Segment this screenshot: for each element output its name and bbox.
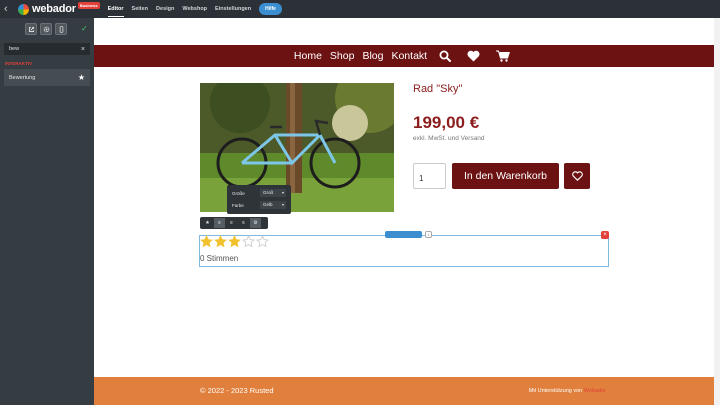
made-with-brand-link[interactable]: Webador bbox=[584, 388, 606, 394]
made-with-label: Mit Unterstützung von bbox=[528, 388, 583, 394]
align-right-icon[interactable]: ≡ bbox=[238, 218, 249, 228]
variant-size-row: Größe Groß bbox=[232, 189, 286, 197]
main-nav: Editor Seiten Design Webshop Einstellung… bbox=[107, 2, 259, 17]
site-footer: © 2022 - 2023 Rusted Mit Unterstützung v… bbox=[94, 377, 714, 405]
search-icon[interactable] bbox=[439, 50, 452, 62]
tab-design[interactable]: Design bbox=[156, 2, 174, 17]
brand-name: webador bbox=[32, 3, 76, 15]
category-heading: INTERAKTIV bbox=[5, 61, 32, 66]
quantity-input[interactable]: 1 bbox=[413, 163, 446, 189]
clear-search-icon[interactable]: × bbox=[81, 46, 85, 53]
tab-webshop[interactable]: Webshop bbox=[182, 2, 207, 17]
site-navigation: Home Shop Blog Kontakt bbox=[94, 45, 714, 67]
tab-editor[interactable]: Editor bbox=[107, 2, 124, 17]
cart-icon[interactable] bbox=[496, 50, 511, 62]
add-to-cart-button[interactable]: In den Warenkorb bbox=[452, 163, 559, 189]
product-price: 199,00 € bbox=[413, 113, 480, 132]
nav-link-shop[interactable]: Shop bbox=[330, 50, 355, 62]
top-bar: ‹ webador Business Editor Seiten Design … bbox=[0, 0, 720, 18]
checkmark-icon[interactable]: ✓ bbox=[81, 24, 88, 33]
size-select[interactable]: Groß bbox=[260, 189, 286, 197]
tab-seiten[interactable]: Seiten bbox=[132, 2, 149, 17]
star-filled-icon[interactable] bbox=[214, 235, 227, 248]
votes-count: 0 Stimmen bbox=[200, 254, 239, 263]
logo: webador Business bbox=[18, 1, 100, 15]
info-handle[interactable]: i bbox=[425, 231, 432, 238]
logo-mark bbox=[18, 3, 29, 15]
star-empty-icon[interactable] bbox=[242, 235, 255, 248]
star-filled-icon[interactable] bbox=[228, 235, 241, 248]
star-empty-icon[interactable] bbox=[256, 235, 269, 248]
variant-options-popup: Größe Groß Farbe Gelb bbox=[227, 185, 291, 214]
gear-icon[interactable] bbox=[40, 23, 52, 35]
mobile-icon[interactable] bbox=[55, 23, 67, 35]
tab-einstellungen[interactable]: Einstellungen bbox=[215, 2, 251, 17]
chevron-left-icon[interactable]: ‹ bbox=[4, 0, 16, 18]
search-value: bew bbox=[9, 46, 20, 52]
color-label: Farbe bbox=[232, 202, 244, 208]
star-rating[interactable] bbox=[200, 235, 270, 248]
star-filled-icon[interactable] bbox=[200, 235, 213, 248]
delete-block-button[interactable]: × bbox=[601, 231, 609, 239]
heart-outline-icon bbox=[571, 171, 583, 181]
vat-note: exkl. MwSt. und Versand bbox=[413, 135, 485, 142]
editor-window: ‹ webador Business Editor Seiten Design … bbox=[0, 0, 720, 405]
color-select[interactable]: Gelb bbox=[260, 201, 286, 209]
copyright-text: © 2022 - 2023 Rusted bbox=[200, 386, 274, 395]
plan-badge: Business bbox=[77, 1, 100, 9]
element-item-label: Bewertung bbox=[9, 74, 36, 81]
heart-icon[interactable] bbox=[467, 50, 480, 62]
align-center-icon[interactable]: ≡ bbox=[226, 218, 237, 228]
drag-handle[interactable] bbox=[385, 231, 422, 238]
element-search-input[interactable]: bew × bbox=[4, 43, 90, 55]
nav-link-blog[interactable]: Blog bbox=[362, 50, 383, 62]
variant-color-row: Farbe Gelb bbox=[232, 201, 286, 209]
sidebar-toolbar bbox=[25, 23, 70, 35]
block-toolbar: ★ ≡ ≡ ≡ ⚙ bbox=[200, 217, 268, 229]
star-icon: ★ bbox=[77, 73, 85, 82]
website-canvas: Home Shop Blog Kontakt Rad "Sky" 199,00 … bbox=[94, 18, 714, 405]
wishlist-button[interactable] bbox=[564, 163, 590, 189]
sidebar: ✓ bew × INTERAKTIV Bewertung ★ bbox=[0, 18, 94, 405]
align-left-icon[interactable]: ≡ bbox=[214, 218, 225, 228]
nav-link-home[interactable]: Home bbox=[294, 50, 322, 62]
help-button[interactable]: Hilfe bbox=[259, 3, 282, 15]
made-with-text: Mit Unterstützung von Webador bbox=[529, 388, 606, 394]
size-label: Größe bbox=[232, 190, 245, 196]
scrollbar[interactable] bbox=[714, 18, 720, 405]
nav-link-kontakt[interactable]: Kontakt bbox=[391, 50, 427, 62]
product-title: Rad "Sky" bbox=[413, 83, 463, 95]
star-icon[interactable]: ★ bbox=[202, 218, 213, 228]
external-link-icon[interactable] bbox=[25, 23, 37, 35]
gear-icon[interactable]: ⚙ bbox=[250, 218, 261, 228]
element-item-bewertung[interactable]: Bewertung ★ bbox=[4, 69, 90, 86]
